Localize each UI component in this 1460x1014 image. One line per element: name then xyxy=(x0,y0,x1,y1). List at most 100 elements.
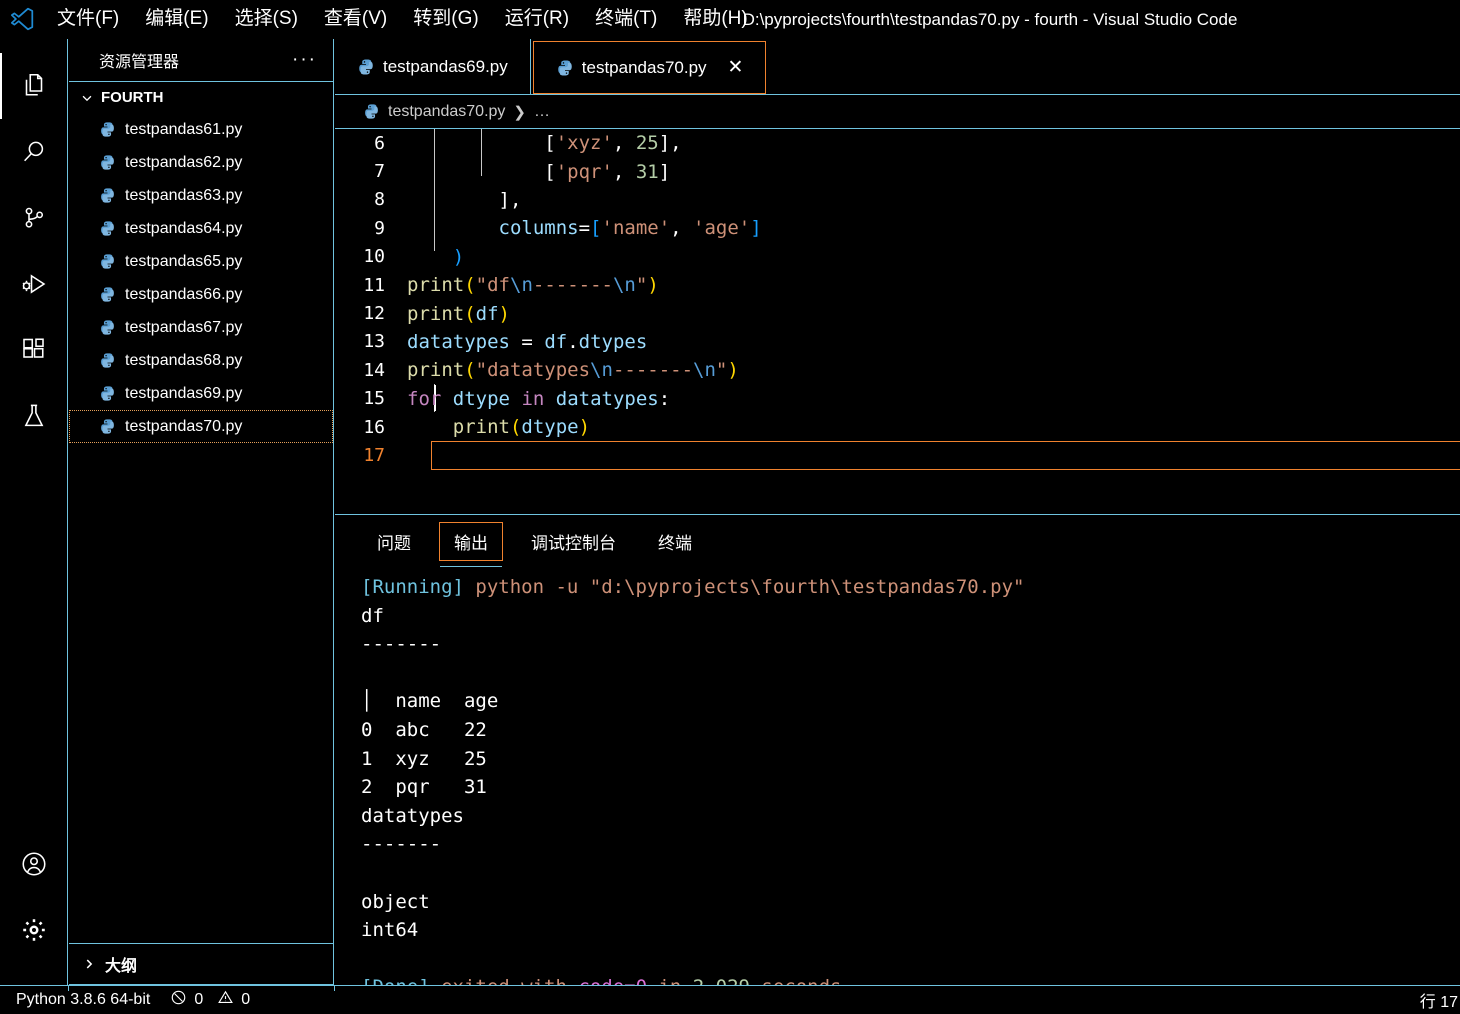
line-number: 8 xyxy=(374,189,385,211)
vscode-window: 文件(F) 编辑(E) 选择(S) 查看(V) 转到(G) 运行(R) 终端(T… xyxy=(0,0,1460,1014)
code-content: datatypes = df.dtypes xyxy=(407,330,648,353)
code-content: ], xyxy=(407,188,522,211)
gear-icon xyxy=(19,915,49,945)
panel-tab-debug-console[interactable]: 调试控制台 xyxy=(517,523,630,560)
menu-selection[interactable]: 选择(S) xyxy=(222,5,311,34)
activity-item-extensions[interactable] xyxy=(0,317,67,383)
sidebar-title: 资源管理器 xyxy=(99,54,180,71)
file-item-testpandas70[interactable]: testpandas70.py xyxy=(69,410,333,443)
activity-item-source-control[interactable] xyxy=(0,185,67,251)
output-line: datatypes xyxy=(361,804,464,827)
error-count: 0 xyxy=(194,991,204,1008)
output-line: 0 abc 22 xyxy=(361,718,487,741)
menu-help[interactable]: 帮助(H) xyxy=(670,5,760,34)
breadcrumb-symbol[interactable]: … xyxy=(534,103,550,121)
file-item-testpandas69[interactable]: testpandas69.py xyxy=(69,377,333,410)
file-item-testpandas61[interactable]: testpandas61.py xyxy=(69,113,333,146)
testing-flask-icon xyxy=(19,401,49,431)
activity-item-testing[interactable] xyxy=(0,383,67,449)
activity-item-settings[interactable] xyxy=(0,897,67,963)
panel-tab-problems[interactable]: 问题 xyxy=(363,523,425,560)
tab-testpandas69[interactable]: testpandas69.py xyxy=(335,39,531,94)
file-item-testpandas62[interactable]: testpandas62.py xyxy=(69,146,333,179)
python-file-icon xyxy=(99,352,116,369)
status-problems[interactable]: 0 0 xyxy=(170,989,250,1011)
code-content: ['xyz', 25], xyxy=(407,132,682,155)
file-item-testpandas65[interactable]: testpandas65.py xyxy=(69,245,333,278)
folder-root-fourth[interactable]: FOURTH xyxy=(69,82,333,113)
output-line: df xyxy=(361,604,384,627)
editor-area: testpandas69.py testpandas70.py ✕ testpa… xyxy=(335,39,1460,985)
code-content: print(dtype) xyxy=(452,416,591,439)
line-number: 10 xyxy=(363,246,385,268)
code-content: for dtype in datatypes: xyxy=(407,387,671,410)
python-file-icon xyxy=(556,59,573,76)
file-item-testpandas67[interactable]: testpandas67.py xyxy=(69,311,333,344)
outline-label: 大纲 xyxy=(105,958,138,975)
status-line-number[interactable]: 行 17 xyxy=(1420,988,1458,1012)
breadcrumb-file[interactable]: testpandas70.py xyxy=(388,103,505,121)
line-number: 14 xyxy=(363,359,385,381)
code-line-16: 16 print(dtype) xyxy=(335,413,1460,441)
file-item-label: testpandas69.py xyxy=(125,384,243,402)
code-content: print(df) xyxy=(407,302,510,325)
close-icon[interactable]: ✕ xyxy=(728,58,744,77)
file-item-testpandas63[interactable]: testpandas63.py xyxy=(69,179,333,212)
line-number: 16 xyxy=(363,416,385,438)
menu-run[interactable]: 运行(R) xyxy=(492,5,582,34)
code-line-11: 11 print("df\n-------\n") xyxy=(335,271,1460,299)
outline-section-header[interactable]: 大纲 xyxy=(69,943,333,985)
sidebar-more-actions-button[interactable]: ··· xyxy=(292,49,317,71)
file-item-testpandas68[interactable]: testpandas68.py xyxy=(69,344,333,377)
menu-go[interactable]: 转到(G) xyxy=(400,5,491,34)
panel-tabs: 问题 输出 调试控制台 终端 xyxy=(335,515,1460,567)
python-file-icon xyxy=(99,286,116,303)
code-content: columns=['name', 'age'] xyxy=(498,217,762,240)
file-item-label: testpandas66.py xyxy=(125,285,243,303)
menu-view[interactable]: 查看(V) xyxy=(311,5,400,34)
panel-tab-output[interactable]: 输出 xyxy=(439,521,503,567)
vscode-logo-icon xyxy=(0,0,44,39)
chevron-right-icon: ❯ xyxy=(513,103,526,121)
title-bar: 文件(F) 编辑(E) 选择(S) 查看(V) 转到(G) 运行(R) 终端(T… xyxy=(0,0,1460,39)
output-line: [Running] python -u "d:\pyprojects\fourt… xyxy=(361,576,1025,598)
code-line-7: 7 ['pqr', 31] xyxy=(335,157,1460,185)
line-number: 15 xyxy=(363,388,385,410)
code-line-15: 15 for dtype in datatypes: xyxy=(335,385,1460,413)
menu-file[interactable]: 文件(F) xyxy=(44,5,132,34)
activity-item-account[interactable] xyxy=(0,831,67,897)
python-file-icon xyxy=(99,154,116,171)
sidebar-header: 资源管理器 ··· xyxy=(69,39,333,81)
file-item-label: testpandas70.py xyxy=(125,417,243,435)
status-python-version[interactable]: Python 3.8.6 64-bit xyxy=(16,991,150,1009)
output-line: 2 pqr 31 xyxy=(361,776,487,799)
source-control-icon xyxy=(19,203,49,233)
output-content[interactable]: [Running] python -u "d:\pyprojects\fourt… xyxy=(335,567,1460,985)
activity-item-run-debug[interactable] xyxy=(0,251,67,317)
file-item-label: testpandas67.py xyxy=(125,318,243,336)
panel-tab-terminal[interactable]: 终端 xyxy=(644,523,706,560)
account-icon xyxy=(19,849,49,879)
menu-terminal[interactable]: 终端(T) xyxy=(582,5,670,34)
activity-item-explorer[interactable] xyxy=(0,53,67,119)
editor-tabs: testpandas69.py testpandas70.py ✕ xyxy=(335,39,1460,95)
code-line-6: 6 ['xyz', 25], xyxy=(335,129,1460,157)
search-icon xyxy=(19,137,49,167)
menu-edit[interactable]: 编辑(E) xyxy=(132,5,221,34)
activity-bar xyxy=(0,39,68,985)
code-line-10: 10 ) xyxy=(335,243,1460,271)
code-line-17: 17 xyxy=(335,441,1460,471)
python-file-icon xyxy=(99,385,116,402)
code-line-12: 12 print(df) xyxy=(335,299,1460,327)
bottom-panel: 问题 输出 调试控制台 终端 [Running] python -u "d:\p… xyxy=(335,514,1460,985)
tab-testpandas70[interactable]: testpandas70.py ✕ xyxy=(532,41,767,94)
python-file-icon xyxy=(99,319,116,336)
python-file-icon xyxy=(99,253,116,270)
activity-item-search[interactable] xyxy=(0,119,67,185)
file-item-testpandas64[interactable]: testpandas64.py xyxy=(69,212,333,245)
code-editor[interactable]: 6 ['xyz', 25], 7 ['pqr', 31] 8 ], 9 colu… xyxy=(335,129,1460,476)
file-item-testpandas66[interactable]: testpandas66.py xyxy=(69,278,333,311)
run-and-debug-icon xyxy=(19,269,49,299)
